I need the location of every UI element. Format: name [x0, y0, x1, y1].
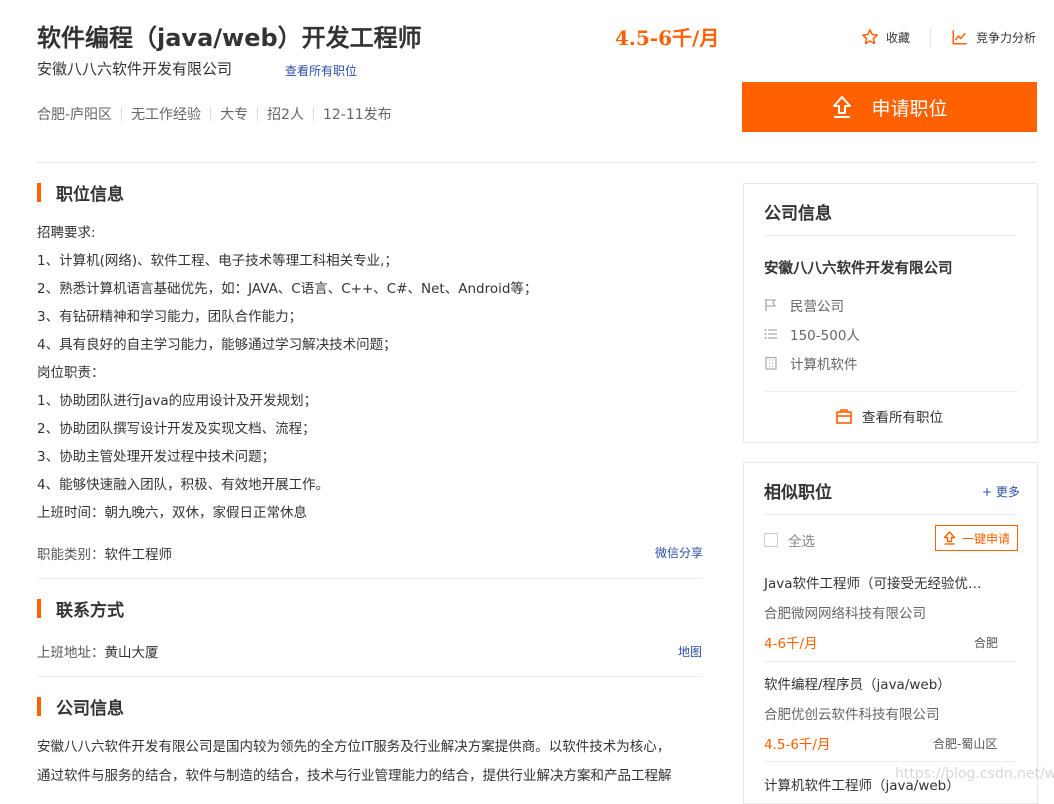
- divider: [121, 107, 123, 121]
- star-icon: [862, 29, 878, 45]
- select-all-label: 全选: [788, 534, 815, 550]
- company-intro-title: 公司信息: [56, 699, 124, 719]
- job-category-value: 软件工程师: [104, 547, 173, 563]
- job-category: 职能类别：软件工程师: [37, 543, 172, 563]
- job-description: 招聘要求: 1、计算机(网络)、软件工程、电子技术等理工科相关专业,； 2、熟悉…: [37, 219, 537, 527]
- company-type: 民营公司: [790, 299, 844, 315]
- divider: [37, 162, 1037, 163]
- competitiveness-label: 竞争力分析: [976, 30, 1037, 45]
- company-industry-row: 计算机软件: [764, 353, 858, 373]
- job-info-heading: 职位信息: [37, 180, 124, 205]
- similar-job-salary: 4-6千/月: [764, 636, 818, 652]
- description-line: 1、计算机(网络)、软件工程、电子技术等理工科相关专业,；: [37, 253, 398, 269]
- company-intro-text: 安徽八八六软件开发有限公司是国内较为领先的全方位IT服务及行业解决方案提供商。以…: [37, 733, 672, 791]
- similar-job-company-link[interactable]: 合肥微网网络科技有限公司: [764, 602, 926, 622]
- divider: [312, 107, 314, 121]
- divider: [37, 676, 702, 677]
- work-address: 上班地址：黄山大厦: [37, 641, 159, 661]
- company-view-all-jobs-label: 查看所有职位: [862, 410, 943, 426]
- description-line: 岗位职责：: [37, 365, 105, 381]
- job-salary: 4.5-6千/月: [615, 26, 720, 50]
- divider: [764, 235, 1017, 236]
- similar-job-title-link[interactable]: 软件编程/程序员（java/web）: [764, 673, 951, 693]
- wechat-share-link[interactable]: 微信分享: [655, 544, 703, 561]
- description-line: 4、具有良好的自主学习能力，能够通过学习解决技术问题；: [37, 337, 397, 353]
- job-info-title: 职位信息: [56, 185, 124, 205]
- job-meta: 合肥-庐阳区 无工作经验 大专 招2人 12-11发布: [37, 104, 392, 124]
- job-education: 大专: [220, 107, 249, 123]
- similar-jobs-title: 相似职位: [764, 483, 832, 503]
- section-accent-bar: [37, 599, 41, 618]
- description-line: 2、熟悉计算机语言基础优先，如：JAVA、C语言、C++、C#、Net、Andr…: [37, 281, 538, 297]
- company-card-name-link[interactable]: 安徽八八六软件开发有限公司: [764, 257, 953, 278]
- one-click-apply-label: 一键申请: [962, 531, 1011, 546]
- flag-icon: [765, 299, 777, 311]
- list-icon: [764, 329, 777, 339]
- description-line: 上班时间：朝九晚六，双休，家假日正常休息: [37, 505, 307, 521]
- similar-job-salary: 4.5-6千/月: [764, 737, 831, 753]
- contact-title: 联系方式: [56, 601, 124, 621]
- similar-job-location: 合肥-蜀山区: [933, 737, 998, 751]
- company-size-row: 150-500人: [764, 324, 860, 344]
- job-post-date: 12-11发布: [322, 107, 392, 123]
- job-headcount: 招2人: [267, 107, 304, 123]
- select-all-row: 全选: [764, 530, 815, 550]
- divider: [764, 514, 1017, 515]
- divider: [764, 761, 1017, 762]
- competitiveness-button[interactable]: 竞争力分析: [951, 28, 1036, 46]
- company-view-all-jobs-button[interactable]: 查看所有职位: [836, 406, 943, 426]
- company-name-link[interactable]: 安徽八八六软件开发有限公司: [37, 58, 232, 79]
- description-line: 2、协助团队撰写设计开发及实现文档、流程；: [37, 421, 316, 437]
- company-info-card: 公司信息 安徽八八六软件开发有限公司 民营公司 150-500人 计算机软件 查…: [743, 183, 1038, 443]
- description-line: 3、协助主管处理开发过程中技术问题；: [37, 449, 276, 465]
- similar-job-location: 合肥: [974, 636, 999, 650]
- contact-heading: 联系方式: [37, 596, 124, 621]
- view-all-jobs-link[interactable]: 查看所有职位: [285, 62, 357, 79]
- similar-job-company-link[interactable]: 合肥优创云软件科技有限公司: [764, 703, 940, 723]
- map-link[interactable]: 地图: [678, 643, 702, 660]
- briefcase-icon: [836, 408, 852, 424]
- similar-more-link[interactable]: + 更多: [982, 483, 1020, 500]
- job-experience: 无工作经验: [131, 107, 202, 123]
- favorite-button[interactable]: 收藏: [861, 28, 910, 46]
- description-line: 3、有钻研精神和学习能力，团队合作能力；: [37, 309, 303, 325]
- work-address-value: 黄山大厦: [104, 645, 159, 661]
- company-card-title: 公司信息: [764, 204, 832, 224]
- divider: [764, 661, 1017, 662]
- description-line: 1、协助团队进行Java的应用设计及开发规划；: [37, 393, 318, 409]
- job-title: 软件编程（java/web）开发工程师: [37, 24, 422, 52]
- job-location: 合肥-庐阳区: [37, 107, 113, 123]
- select-all-checkbox[interactable]: [764, 533, 778, 547]
- company-industry: 计算机软件: [790, 357, 858, 373]
- divider: [764, 391, 1017, 392]
- section-accent-bar: [37, 183, 41, 202]
- divider: [930, 28, 931, 48]
- similar-job-title-link[interactable]: Java软件工程师（可接受无经验优…: [764, 572, 982, 592]
- favorite-label: 收藏: [886, 30, 911, 45]
- upload-arrow-icon: [943, 531, 956, 545]
- apply-label: 申请职位: [871, 97, 948, 120]
- company-size: 150-500人: [790, 328, 860, 344]
- job-category-label: 职能类别：: [37, 547, 105, 563]
- building-icon: [765, 356, 777, 370]
- description-line: 招聘要求:: [37, 225, 96, 241]
- description-line: 4、能够快速融入团队，积极、有效地开展工作。: [37, 477, 330, 493]
- watermark: https://blog.csdn.net/weixin_43833642: [895, 766, 1054, 782]
- one-click-apply-button[interactable]: 一键申请: [935, 525, 1019, 551]
- chart-line-icon: [952, 30, 967, 45]
- divider: [257, 107, 259, 121]
- company-type-row: 民营公司: [764, 295, 844, 315]
- divider: [210, 107, 212, 121]
- intro-line: 安徽八八六软件开发有限公司是国内较为领先的全方位IT服务及行业解决方案提供商。以…: [37, 739, 671, 755]
- intro-line: 通过软件与服务的结合，软件与制造的结合，技术与行业管理能力的结合，提供行业解决方…: [37, 768, 672, 784]
- apply-button[interactable]: 申请职位: [742, 82, 1037, 132]
- upload-arrow-icon: [833, 96, 852, 118]
- section-accent-bar: [37, 697, 41, 716]
- work-address-label: 上班地址：: [37, 645, 105, 661]
- divider: [37, 578, 702, 579]
- company-intro-heading: 公司信息: [37, 694, 124, 719]
- similar-jobs-card: 相似职位 + 更多 全选 一键申请 Java软件工程师（可接受无经验优… 合肥微…: [743, 462, 1038, 804]
